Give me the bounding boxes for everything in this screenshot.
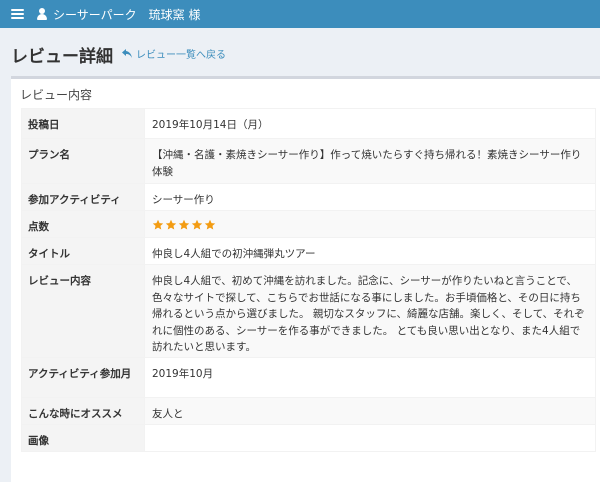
value-plan-name: 【沖縄・名護・素焼きシーサー作り】作って焼いたらすぐ持ち帰れる！素焼きシーサー作… <box>144 138 596 184</box>
label-activity: 参加アクティビティ <box>21 183 145 211</box>
star-icon <box>152 219 164 230</box>
star-icon <box>165 219 177 230</box>
back-to-list-link[interactable]: レビュー一覧へ戻る <box>122 46 226 61</box>
row-review-body: レビュー内容 仲良し4人組で、初めて沖縄を訪れました。記念に、シーサーが作りたい… <box>21 264 596 358</box>
label-activity-month: アクティビティ参加月 <box>21 357 145 398</box>
value-activity: シーサー作り <box>144 183 596 211</box>
label-review-body: レビュー内容 <box>21 264 145 358</box>
row-recommend: こんな時にオススメ 友人と <box>21 397 596 425</box>
user-icon <box>37 8 47 20</box>
label-review-title: タイトル <box>21 237 145 265</box>
value-review-title: 仲良し4人組での初沖縄弾丸ツアー <box>144 237 596 265</box>
box-title: レビュー内容 <box>20 88 93 102</box>
label-plan-name: プラン名 <box>21 138 145 184</box>
label-recommend: こんな時にオススメ <box>21 397 145 425</box>
star-icon <box>178 219 190 230</box>
label-image: 画像 <box>21 424 145 452</box>
row-posted-date: 投稿日 2019年10月14日（月） <box>21 108 596 139</box>
row-review-title: タイトル 仲良し4人組での初沖縄弾丸ツアー <box>21 237 596 265</box>
row-activity-month: アクティビティ参加月 2019年10月 <box>21 357 596 398</box>
row-activity: 参加アクティビティ シーサー作り <box>21 183 596 211</box>
row-image: 画像 <box>21 424 596 452</box>
star-rating <box>152 219 589 231</box>
star-icon <box>191 219 203 230</box>
review-detail-table: 投稿日 2019年10月14日（月） プラン名 【沖縄・名護・素焼きシーサー作り… <box>21 108 596 452</box>
hamburger-icon[interactable] <box>11 9 24 19</box>
back-link-label[interactable]: レビュー一覧へ戻る <box>136 46 226 61</box>
value-recommend: 友人と <box>144 397 596 425</box>
user-name[interactable]: シーサーパーク 琉球窯 様 <box>53 6 200 23</box>
label-score: 点数 <box>21 210 145 238</box>
value-posted-date: 2019年10月14日（月） <box>144 108 596 139</box>
row-plan-name: プラン名 【沖縄・名護・素焼きシーサー作り】作って焼いたらすぐ持ち帰れる！素焼き… <box>21 138 596 184</box>
value-score <box>144 210 596 238</box>
review-box: レビュー内容 投稿日 2019年10月14日（月） プラン名 【沖縄・名護・素焼… <box>11 76 600 482</box>
value-review-body: 仲良し4人組で、初めて沖縄を訪れました。記念に、シーサーが作りたいねと言うことで… <box>144 264 596 358</box>
value-image <box>144 424 596 452</box>
row-score: 点数 <box>21 210 596 238</box>
label-posted-date: 投稿日 <box>21 108 145 139</box>
star-icon <box>204 219 216 230</box>
reply-icon <box>122 49 132 58</box>
value-activity-month: 2019年10月 <box>144 357 596 398</box>
top-navbar: シーサーパーク 琉球窯 様 <box>0 0 600 28</box>
page-title: レビュー詳細 <box>11 47 113 67</box>
content-header: レビュー詳細 レビュー一覧へ戻る <box>0 28 600 76</box>
